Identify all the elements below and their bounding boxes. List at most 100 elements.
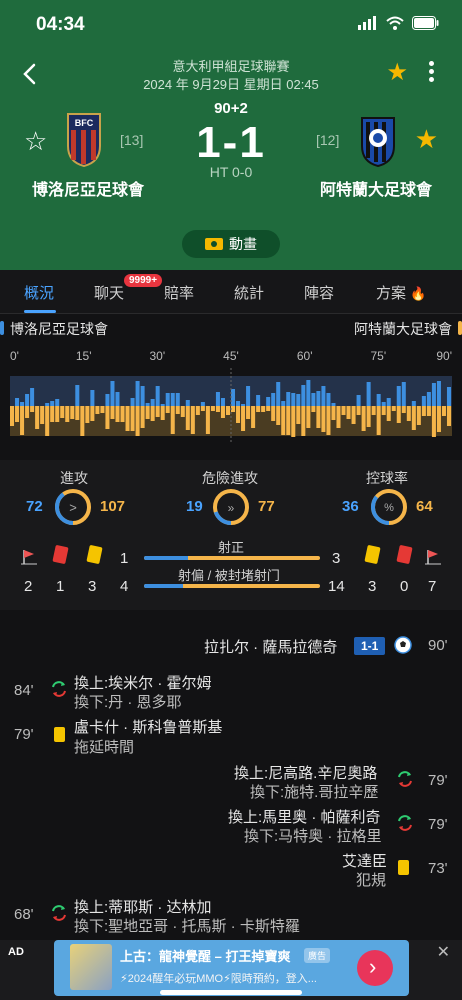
sub-in[interactable]: 換上:蒂耶斯 · 达林加: [74, 896, 212, 917]
momentum-away-bar: [446, 406, 451, 426]
close-icon[interactable]: ✕: [437, 942, 450, 962]
event-minute: 79': [428, 772, 448, 789]
home-team-name[interactable]: 博洛尼亞足球會: [32, 176, 144, 200]
momentum-home-bar: [276, 382, 281, 406]
more-menu-icon[interactable]: [426, 58, 436, 88]
away-off-target: 14: [328, 578, 345, 595]
momentum-away-bar: [371, 406, 376, 415]
yellow-card-icon: [54, 727, 65, 742]
momentum-home-bar: [301, 385, 306, 406]
momentum-home-bar: [170, 393, 175, 406]
attack-home: 72: [26, 498, 43, 515]
away-on-target: 3: [332, 550, 341, 567]
momentum-away-bar: [110, 406, 115, 419]
away-team-name[interactable]: 阿特蘭大足球會: [320, 176, 432, 200]
sub-in[interactable]: 換上:尼高路.辛尼奧路: [234, 762, 377, 783]
momentum-away-bar: [336, 406, 341, 428]
sub-out[interactable]: 換下:施特.哥拉辛歷: [250, 781, 378, 802]
momentum-away-bar: [351, 406, 356, 424]
momentum-away-bar: [261, 406, 266, 412]
sub-in[interactable]: 換上:馬里奥 · 帕薩利奇: [228, 806, 381, 827]
sub-out[interactable]: 換下:聖地亞哥 · 托馬斯 · 卡斯特羅: [74, 915, 300, 936]
momentum-home-bar: [246, 386, 251, 406]
home-yellow-card-icon: [86, 544, 103, 565]
momentum-away-bar: [90, 406, 95, 421]
momentum-away-bar: [210, 406, 215, 411]
ad-go-button[interactable]: [357, 950, 393, 986]
favorite-star-icon[interactable]: ★: [386, 58, 408, 87]
momentum-away-bar: [376, 406, 381, 435]
booked-player[interactable]: 盧卡什 · 斯科鲁普斯基: [74, 716, 222, 737]
momentum-away-bar: [256, 406, 261, 412]
fire-icon: 🔥: [410, 286, 427, 301]
sub-out[interactable]: 換下:丹 · 恩多耶: [74, 691, 182, 712]
momentum-away-bar: [45, 406, 50, 436]
momentum-away-bar: [406, 406, 411, 421]
football-icon: [394, 636, 412, 654]
momentum-away-bar: [311, 406, 316, 412]
tab-overview[interactable]: 概況: [24, 282, 54, 303]
booked-player[interactable]: 艾達臣: [342, 850, 387, 871]
tab-lineup[interactable]: 陣容: [304, 282, 334, 303]
momentum-away-bar: [50, 406, 55, 422]
momentum-away-bar: [421, 406, 426, 416]
momentum-away-bar: [195, 406, 200, 415]
momentum-away-bar: [246, 406, 251, 419]
battery-icon: [412, 16, 439, 30]
momentum-home-bar: [130, 398, 135, 406]
off-target-label: 射偏 / 被封堵射门: [178, 568, 280, 583]
momentum-home-bar: [75, 385, 80, 406]
momentum-away-bar: [316, 406, 321, 428]
momentum-home-bar: [356, 395, 361, 406]
home-on-target: 1: [120, 550, 129, 567]
momentum-away-bar: [200, 406, 205, 411]
sub-out[interactable]: 換下:马特奥 · 拉格里: [244, 825, 382, 846]
momentum-away-bar: [331, 406, 336, 420]
momentum-home-bar: [436, 381, 441, 406]
sub-in[interactable]: 換上:埃米尔 · 霍尔姆: [74, 672, 212, 693]
status-bar: 04:34: [0, 10, 462, 40]
tab-chat[interactable]: 聊天: [94, 282, 124, 303]
ad-card[interactable]: 上古：龍神覺醒 – 打王掉寶爽 廣告 ⚡2024醒年必玩MMO⚡限時預約，登入.…: [54, 940, 409, 996]
momentum-home-bar: [281, 401, 286, 406]
momentum-home-bar: [446, 387, 451, 406]
momentum-away-bar: [180, 406, 185, 417]
tab-odds[interactable]: 賠率: [164, 282, 194, 303]
momentum-away-bar: [346, 406, 351, 419]
possession-title: 控球率: [366, 470, 408, 486]
tab-tips[interactable]: 方案 🔥: [376, 282, 426, 303]
momentum-away-bar: [291, 406, 296, 437]
match-page: 04:34 意大利甲組足球聯賽 2024 年 9月29日 星期日 02:45 ★…: [0, 0, 462, 1000]
event-minute: 73': [428, 860, 448, 877]
momentum-away-bar: [341, 406, 346, 415]
home-red-card-icon: [52, 544, 69, 565]
momentum-away-bar: [411, 406, 416, 430]
momentum-away-bar: [15, 406, 20, 422]
momentum-away-bar: [386, 406, 391, 421]
tab-stats[interactable]: 統計: [234, 282, 264, 303]
yellow-card-icon: [398, 860, 409, 875]
top-nav: 意大利甲組足球聯賽 2024 年 9月29日 星期日 02:45 ★: [0, 56, 462, 92]
momentum-home-bar: [381, 402, 386, 406]
momentum-away-bar: [185, 406, 190, 430]
momentum-home-bar: [271, 393, 276, 406]
danger-home: 19: [186, 498, 203, 515]
momentum-home-bar: [155, 386, 160, 406]
momentum-away-bar: [150, 406, 155, 421]
momentum-away-bar: [70, 406, 75, 419]
goal-scorer[interactable]: 拉扎尔 · 薩馬拉德奇: [204, 636, 337, 657]
momentum-home-bar: [150, 399, 155, 406]
ad-thumbnail: [70, 944, 112, 990]
booking-reason: 拖延時間: [74, 739, 135, 756]
event-minute: 68': [14, 906, 34, 923]
momentum-home-bar: [386, 398, 391, 406]
momentum-away-bar: [25, 406, 30, 418]
momentum-away-bar: [225, 406, 230, 415]
momentum-away-bar: [286, 406, 291, 435]
timeline-away-team: 阿特蘭大足球會: [354, 321, 462, 337]
tab-bar: 概況 聊天 9999+ 賠率 統計 陣容 方案 🔥: [0, 270, 462, 314]
animation-button[interactable]: 動畫: [182, 230, 280, 258]
away-follow-star-icon[interactable]: ★: [415, 124, 438, 155]
momentum-timeline: 0' 15' 30' 45' 60' 75' 90': [0, 348, 462, 458]
momentum-away-bar: [160, 406, 165, 420]
